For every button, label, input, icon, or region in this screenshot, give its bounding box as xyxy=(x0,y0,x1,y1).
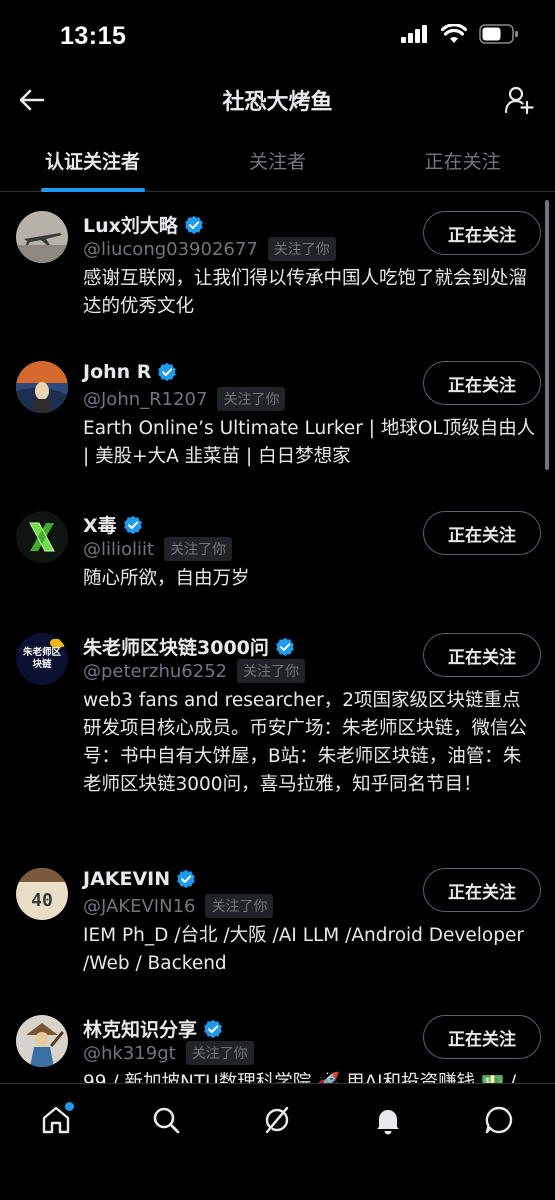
painting-avatar-icon xyxy=(16,361,68,413)
wifi-icon xyxy=(441,24,467,43)
verified-badge-icon xyxy=(204,1019,222,1038)
character-avatar-icon xyxy=(16,1015,68,1067)
nav-messages[interactable] xyxy=(479,1100,519,1140)
following-button[interactable]: 正在关注 xyxy=(423,211,541,255)
handle-line: @liucong03902677 关注了你 xyxy=(83,237,336,261)
verified-badge-icon xyxy=(158,362,177,382)
nav-search[interactable] xyxy=(146,1100,186,1140)
user-bio: 感谢互联网，让我们得以传承中国人吃饱了就会到处溜达的优秀文化 xyxy=(83,268,528,317)
airplane-avatar-icon xyxy=(16,211,68,263)
verified-badge-icon xyxy=(276,637,294,656)
avatar[interactable]: 朱老师区块链 xyxy=(16,633,68,685)
verified-badge-icon xyxy=(123,515,142,534)
verified-badge-icon xyxy=(177,869,195,889)
page-title: 社恐大烤鱼 xyxy=(222,90,333,115)
status-time: 13:15 xyxy=(60,22,127,50)
bottom-nav xyxy=(0,1083,555,1200)
avatar-top-band xyxy=(16,868,68,882)
user-row[interactable]: Lux刘大略 @liucong03902677 关注了你 感谢互联网，让我们得以… xyxy=(0,193,555,343)
handle-line: @hk319gt 关注了你 xyxy=(83,1041,254,1065)
following-button[interactable]: 正在关注 xyxy=(423,361,541,405)
follows-you-badge: 关注了你 xyxy=(205,894,274,918)
tab-active-indicator xyxy=(40,188,145,192)
bell-icon xyxy=(377,1110,399,1135)
display-name: X毒 xyxy=(83,515,117,537)
status-icons xyxy=(401,24,519,44)
follows-you-badge: 关注了你 xyxy=(185,1041,254,1065)
user-bio: 随心所欲，自由万岁 xyxy=(83,568,250,589)
following-button[interactable]: 正在关注 xyxy=(423,633,541,677)
avatar-text: 朱老师区块链 xyxy=(22,647,61,670)
tab-label: 正在关注 xyxy=(424,151,501,173)
battery-icon xyxy=(479,24,518,44)
name-line: John R xyxy=(83,361,177,383)
user-list: Lux刘大略 @liucong03902677 关注了你 感谢互联网，让我们得以… xyxy=(0,193,555,1083)
nav-notifications[interactable] xyxy=(368,1100,408,1140)
follows-you-badge: 关注了你 xyxy=(267,237,336,261)
add-user-button[interactable] xyxy=(499,80,539,120)
handle-line: @JAKEVIN16 关注了你 xyxy=(83,894,274,918)
cellular-signal-icon xyxy=(401,25,427,43)
x-logo-avatar-icon xyxy=(16,511,68,563)
user-row[interactable]: 林克知识分享 @hk319gt 关注了你 99 / 新加坡NTU数理科学院 🚀 … xyxy=(0,997,555,1083)
notification-dot xyxy=(65,1102,74,1111)
handle-line: @lilioliit 关注了你 xyxy=(83,537,233,561)
user-bio: web3 fans and researcher，2项国家级区块链重点研发项目核… xyxy=(83,690,528,795)
tab-bar: 认证关注者 关注者 正在关注 xyxy=(0,130,555,192)
message-icon xyxy=(485,1106,513,1134)
tab-label: 关注者 xyxy=(248,151,306,173)
name-line: X毒 xyxy=(83,511,143,538)
follows-you-badge: 关注了你 xyxy=(164,537,233,561)
following-button[interactable]: 正在关注 xyxy=(423,1015,541,1059)
user-row[interactable]: John R @John_R1207 关注了你 Earth Online’s U… xyxy=(0,343,555,493)
follows-you-badge: 关注了你 xyxy=(217,387,286,411)
display-name: 朱老师区块链3000问 xyxy=(83,637,269,659)
user-handle: @John_R1207 xyxy=(83,388,208,410)
nav-grok[interactable] xyxy=(257,1100,297,1140)
name-line: Lux刘大略 xyxy=(83,211,204,238)
search-icon xyxy=(153,1107,180,1134)
user-bio: Earth Online’s Ultimate Lurker | 地球OL顶级自… xyxy=(83,418,536,467)
user-handle: @liucong03902677 xyxy=(83,238,258,260)
name-line: JAKEVIN xyxy=(83,868,196,890)
user-row[interactable]: 40 JAKEVIN @JAKEVIN16 关注了你 IEM Ph_D /台北 … xyxy=(0,850,555,997)
display-name: JAKEVIN xyxy=(83,868,171,890)
grok-icon xyxy=(263,1106,289,1136)
handle-line: @peterzhu6252 关注了你 xyxy=(83,659,306,683)
display-name: 林克知识分享 xyxy=(83,1019,198,1041)
nav-home[interactable] xyxy=(36,1100,76,1140)
scrollbar[interactable] xyxy=(545,200,549,470)
add-user-icon xyxy=(504,86,534,115)
handle-line: @John_R1207 关注了你 xyxy=(83,387,286,411)
tab-verified-followers[interactable]: 认证关注者 xyxy=(0,130,185,192)
follows-you-badge: 关注了你 xyxy=(237,659,306,683)
verified-badge-icon xyxy=(185,215,203,234)
user-bio: 99 / 新加坡NTU数理科学院 🚀 用AI和投资赚钱 💵 / xyxy=(83,1072,517,1083)
user-row[interactable]: 朱老师区块链 朱老师区块链3000问 @peterzhu6252 关注了你 we… xyxy=(0,615,555,850)
user-handle: @hk319gt xyxy=(83,1042,176,1064)
avatar-badge xyxy=(50,639,66,647)
tab-following[interactable]: 正在关注 xyxy=(370,130,555,191)
status-bar: 13:15 xyxy=(0,0,555,72)
avatar[interactable] xyxy=(16,1015,68,1067)
following-button[interactable]: 正在关注 xyxy=(423,511,541,555)
tab-followers[interactable]: 关注者 xyxy=(185,130,370,191)
header: 社恐大烤鱼 xyxy=(0,72,555,128)
avatar[interactable] xyxy=(16,361,68,413)
user-bio: IEM Ph_D /台北 /大阪 /AI LLM /Android Develo… xyxy=(83,925,524,974)
following-button[interactable]: 正在关注 xyxy=(423,868,541,912)
avatar[interactable] xyxy=(16,511,68,563)
user-handle: @JAKEVIN16 xyxy=(83,895,196,917)
user-handle: @lilioliit xyxy=(83,538,155,560)
user-handle: @peterzhu6252 xyxy=(83,660,228,682)
avatar[interactable]: 40 xyxy=(16,868,68,920)
name-line: 朱老师区块链3000问 xyxy=(83,633,295,660)
name-line: 林克知识分享 xyxy=(83,1015,223,1042)
user-row[interactable]: X毒 @lilioliit 关注了你 随心所欲，自由万岁 正在关注 xyxy=(0,493,555,615)
avatar[interactable] xyxy=(16,211,68,263)
tab-label: 认证关注者 xyxy=(44,151,140,173)
display-name: John R xyxy=(83,361,152,383)
display-name: Lux刘大略 xyxy=(83,215,178,237)
avatar-text: 40 xyxy=(31,890,53,911)
